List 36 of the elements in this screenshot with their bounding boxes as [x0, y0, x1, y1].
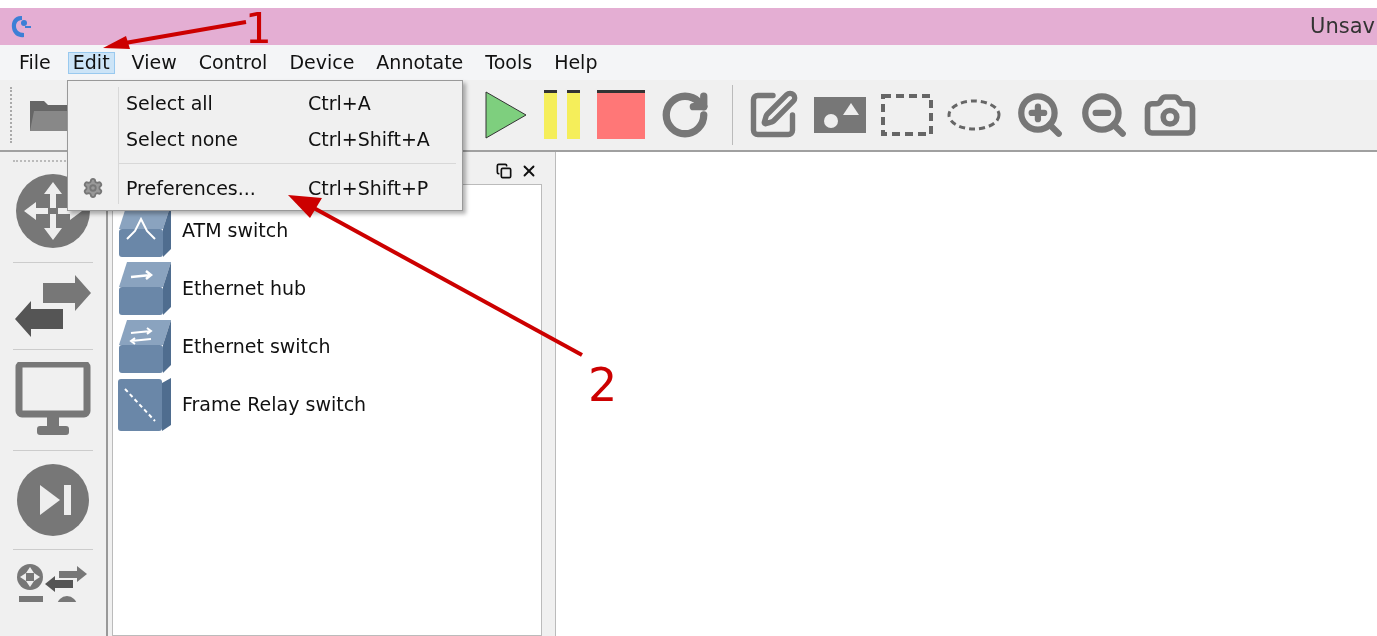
picture-icon[interactable] [813, 95, 867, 135]
zoom-in-icon[interactable] [1015, 90, 1065, 140]
switch-arrows-icon[interactable] [13, 275, 93, 337]
restore-icon[interactable] [496, 163, 512, 179]
menu-bar-item[interactable]: Device [284, 51, 360, 74]
device-label[interactable]: ATM switch [182, 216, 289, 245]
switch-device-icon [117, 319, 172, 374]
device-label[interactable]: Ethernet switch [182, 332, 331, 361]
device-label[interactable]: Ethernet hub [182, 274, 307, 303]
play-icon[interactable] [484, 90, 528, 140]
play-next-icon[interactable] [16, 463, 90, 537]
frame-relay-device-icon [117, 377, 172, 432]
hub-device-icon [117, 261, 172, 316]
menu-bar-item[interactable]: Edit [67, 51, 115, 74]
monitor-icon[interactable] [15, 362, 91, 438]
dashed-ellipse-icon[interactable] [947, 98, 1001, 132]
reload-icon[interactable] [660, 90, 710, 140]
annotation-number: 2 [588, 362, 618, 408]
app-logo-icon [10, 13, 32, 40]
menu-bar-item[interactable]: Annotate [371, 51, 469, 74]
stop-icon[interactable] [596, 90, 646, 140]
device-label[interactable]: Frame Relay switch [182, 390, 367, 419]
annotation-number: 1 [245, 8, 272, 50]
menu-bar-item[interactable]: View [126, 51, 182, 74]
menu-bar-item[interactable]: Tools [480, 51, 538, 74]
menu-item[interactable]: Preferences... Ctrl+Shift+P [68, 170, 462, 206]
menu-bar-item[interactable]: File [14, 51, 56, 74]
menu-item[interactable]: Select none Ctrl+Shift+A [68, 121, 462, 157]
window-title: Unsav [1310, 12, 1375, 40]
settings-icon [82, 177, 104, 199]
menu-item[interactable]: Select all Ctrl+A [68, 85, 462, 121]
menu-bar-item[interactable]: Control [193, 51, 273, 74]
menu-bar-item[interactable]: Help [549, 51, 603, 74]
zoom-out-icon[interactable] [1079, 90, 1129, 140]
pause-icon[interactable] [542, 89, 582, 141]
dashed-rectangle-icon[interactable] [881, 94, 933, 136]
